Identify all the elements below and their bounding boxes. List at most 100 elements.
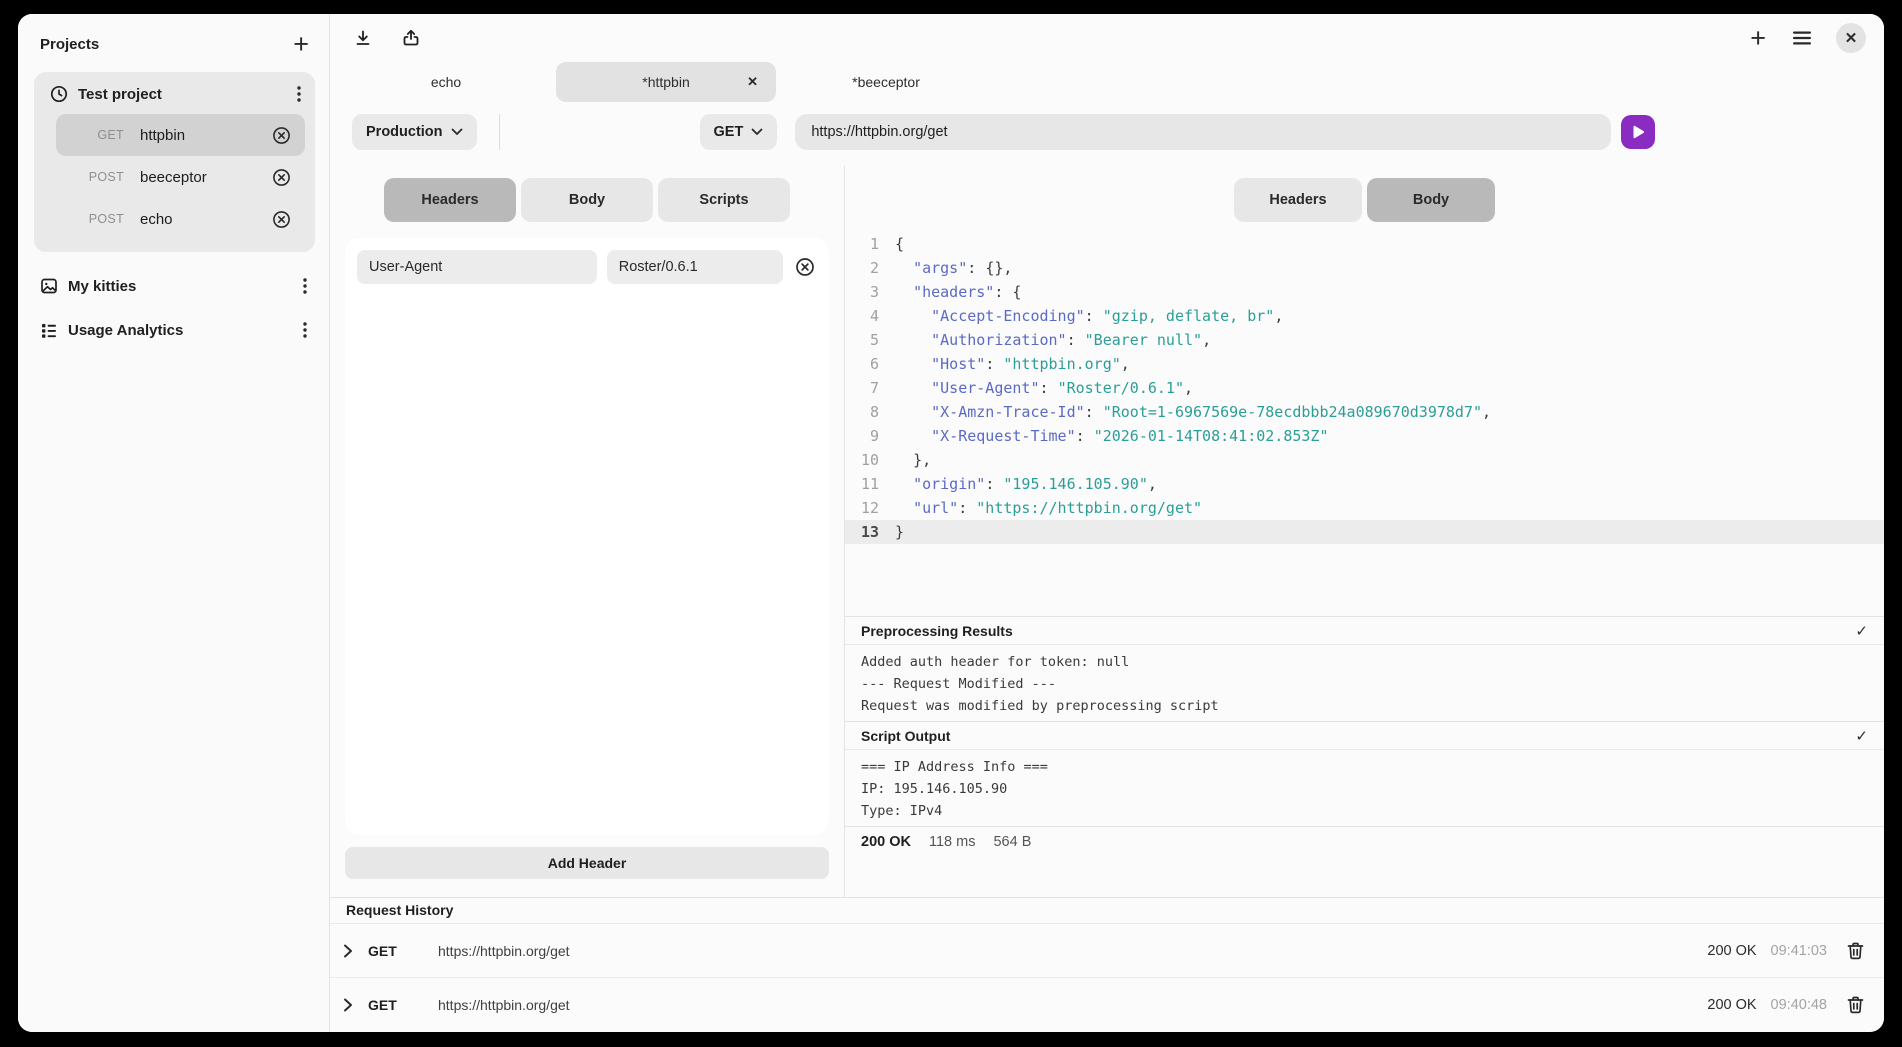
- list-icon: [40, 321, 58, 339]
- remove-request-button[interactable]: [270, 208, 293, 231]
- remove-header-button[interactable]: [793, 255, 817, 279]
- code-line: 2 "args": {},: [845, 256, 1884, 280]
- remove-request-button[interactable]: [270, 124, 293, 147]
- request-name-label: echo: [140, 211, 270, 228]
- tab-beeceptor[interactable]: *beeceptor: [776, 62, 996, 102]
- delete-history-button[interactable]: [1845, 994, 1866, 1016]
- code-line: 7 "User-Agent": "Roster/0.6.1",: [845, 376, 1884, 400]
- response-panel: Headers Body 1{ 2 "args": {}, 3 "headers…: [845, 166, 1884, 897]
- code-line: 5 "Authorization": "Bearer null",: [845, 328, 1884, 352]
- script-output-header: Script Output ✓: [845, 722, 1884, 750]
- tab-request-headers[interactable]: Headers: [384, 178, 516, 222]
- sidebar-request-beeceptor[interactable]: POST beeceptor: [56, 156, 305, 198]
- delete-history-button[interactable]: [1845, 940, 1866, 962]
- trash-icon: [1847, 942, 1864, 960]
- history-method: GET: [368, 997, 414, 1013]
- url-input[interactable]: [795, 114, 1611, 150]
- check-icon: ✓: [1855, 727, 1868, 745]
- tab-echo[interactable]: echo: [336, 62, 556, 102]
- request-history: Request History GET https://httpbin.org/…: [330, 897, 1884, 1032]
- section-title: Preprocessing Results: [861, 623, 1013, 639]
- add-header-button[interactable]: Add Header: [345, 847, 829, 879]
- sidebar-item-usage-analytics[interactable]: Usage Analytics: [34, 308, 315, 352]
- hamburger-icon: [1792, 30, 1812, 46]
- history-url: https://httpbin.org/get: [438, 943, 1707, 959]
- image-icon: [40, 277, 58, 295]
- history-method: GET: [368, 943, 414, 959]
- chevron-right-icon[interactable]: [342, 998, 354, 1012]
- close-window-button[interactable]: ✕: [1836, 23, 1866, 53]
- header-key-input[interactable]: [357, 250, 597, 284]
- sidebar-item-label: My kitties: [68, 278, 291, 295]
- usage-analytics-menu-button[interactable]: [301, 320, 309, 340]
- kebab-menu-icon: [297, 86, 301, 102]
- code-line: 3 "headers": {: [845, 280, 1884, 304]
- section-title: Script Output: [861, 728, 950, 744]
- project-header[interactable]: Test project: [44, 84, 305, 114]
- tab-response-body[interactable]: Body: [1367, 178, 1495, 222]
- kebab-menu-icon: [303, 278, 307, 294]
- chevron-down-icon: [751, 128, 763, 136]
- history-row[interactable]: GET https://httpbin.org/get 200 OK 09:41…: [330, 924, 1884, 978]
- preprocessing-header: Preprocessing Results ✓: [845, 617, 1884, 645]
- code-line: 9 "X-Request-Time": "2026-01-14T08:41:02…: [845, 424, 1884, 448]
- script-output-section: Script Output ✓ === IP Address Info === …: [845, 721, 1884, 826]
- remove-request-button[interactable]: [270, 166, 293, 189]
- request-method-label: POST: [82, 170, 124, 184]
- chevron-right-icon[interactable]: [342, 944, 354, 958]
- environment-dropdown[interactable]: Production: [352, 114, 477, 150]
- request-name-label: beeceptor: [140, 169, 270, 186]
- tab-strip: echo *httpbin ✕ *beeceptor: [330, 62, 1884, 102]
- tab-label: *httpbin: [642, 74, 689, 90]
- history-url: https://httpbin.org/get: [438, 997, 1707, 1013]
- code-line: 1{: [845, 232, 1884, 256]
- history-row[interactable]: GET https://httpbin.org/get 200 OK 09:40…: [330, 978, 1884, 1032]
- project-menu-button[interactable]: [295, 84, 303, 104]
- export-button[interactable]: [400, 27, 422, 49]
- response-status-bar: 200 OK 118 ms 564 B: [845, 826, 1884, 857]
- status-time: 118 ms: [929, 834, 975, 850]
- request-bar: Production GET: [330, 102, 1884, 166]
- header-value-input[interactable]: [607, 250, 783, 284]
- history-time: 09:40:48: [1771, 997, 1827, 1013]
- sidebar-item-my-kitties[interactable]: My kitties: [34, 264, 315, 308]
- tab-httpbin[interactable]: *httpbin ✕: [556, 62, 776, 102]
- new-tab-button[interactable]: +: [1748, 26, 1768, 50]
- sidebar: Projects + Test project GET httpbin: [18, 14, 330, 1032]
- trash-icon: [1847, 996, 1864, 1014]
- my-kitties-menu-button[interactable]: [301, 276, 309, 296]
- sidebar-item-label: Usage Analytics: [68, 322, 291, 339]
- send-button[interactable]: [1621, 115, 1655, 149]
- request-panel: Headers Body Scripts Add: [330, 166, 844, 897]
- status-code: 200 OK: [861, 834, 911, 850]
- add-project-button[interactable]: +: [291, 32, 311, 56]
- code-line: 6 "Host": "httpbin.org",: [845, 352, 1884, 376]
- chevron-down-icon: [451, 128, 463, 136]
- preprocessing-section: Preprocessing Results ✓ Added auth heade…: [845, 616, 1884, 721]
- play-icon: [1631, 125, 1645, 139]
- clock-icon: [50, 85, 68, 103]
- method-dropdown[interactable]: GET: [700, 114, 778, 150]
- tab-request-scripts[interactable]: Scripts: [658, 178, 790, 222]
- import-button[interactable]: [352, 27, 374, 49]
- circle-x-icon: [272, 168, 291, 187]
- tab-response-headers[interactable]: Headers: [1234, 178, 1362, 222]
- request-tabs: Headers Body Scripts: [384, 178, 790, 222]
- sidebar-request-echo[interactable]: POST echo: [56, 198, 305, 240]
- request-name-label: httpbin: [140, 127, 270, 144]
- close-tab-button[interactable]: ✕: [747, 74, 758, 90]
- method-label: GET: [714, 124, 744, 140]
- status-size: 564 B: [993, 834, 1031, 850]
- main-area: + ✕ echo *httpbin ✕ *beeceptor Productio…: [330, 14, 1884, 1032]
- menu-button[interactable]: [1790, 28, 1814, 48]
- sidebar-request-httpbin[interactable]: GET httpbin: [56, 114, 305, 156]
- response-body-code[interactable]: 1{ 2 "args": {}, 3 "headers": { 4 "Accep…: [845, 222, 1884, 616]
- script-output[interactable]: === IP Address Info === IP: 195.146.105.…: [845, 750, 1884, 826]
- tab-request-body[interactable]: Body: [521, 178, 653, 222]
- preprocessing-output[interactable]: Added auth header for token: null --- Re…: [845, 645, 1884, 721]
- request-method-label: POST: [82, 212, 124, 226]
- code-line: 12 "url": "https://httpbin.org/get": [845, 496, 1884, 520]
- code-line: 11 "origin": "195.146.105.90",: [845, 472, 1884, 496]
- history-time: 09:41:03: [1771, 943, 1827, 959]
- history-status: 200 OK: [1707, 943, 1756, 959]
